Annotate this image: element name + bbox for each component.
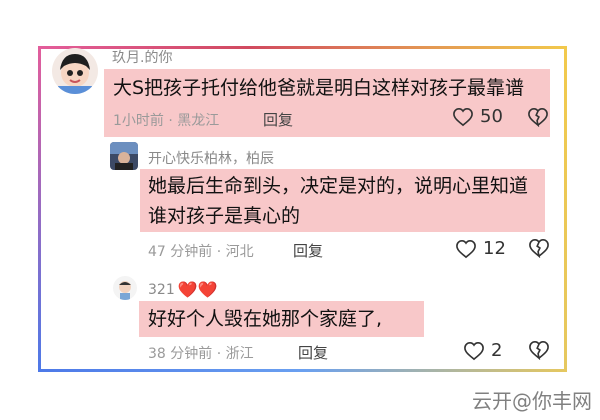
like-count: 50 — [480, 106, 503, 127]
broken-heart-icon — [528, 107, 548, 128]
avatar-photo-icon — [110, 142, 138, 170]
username-text: 321 — [148, 281, 175, 298]
frame-bottom — [38, 369, 567, 372]
like-button[interactable]: 12 — [455, 238, 506, 259]
avatar-comment-2[interactable] — [110, 142, 138, 170]
comment-meta: 38 分钟前 · 浙江 — [148, 346, 254, 362]
dislike-button[interactable] — [528, 340, 550, 364]
heart-icon — [456, 239, 476, 258]
reply-button[interactable]: 回复 — [298, 342, 328, 363]
watermark: 云开@你丰网 — [472, 389, 592, 413]
avatar-cartoon-icon — [113, 276, 137, 300]
frame-right — [564, 46, 567, 372]
comment-meta: 1小时前 · 黑龙江 — [113, 113, 220, 129]
username[interactable]: 玖月.的你 — [112, 47, 172, 67]
reply-button[interactable]: 回复 — [293, 240, 323, 261]
heart-icon — [453, 107, 473, 126]
dislike-button[interactable] — [528, 238, 550, 262]
username-emoji: ❤️❤️ — [177, 280, 218, 299]
reply-button[interactable]: 回复 — [263, 109, 293, 130]
frame-left — [38, 46, 41, 372]
like-count: 2 — [491, 340, 503, 361]
like-button[interactable]: 50 — [452, 106, 503, 127]
like-button[interactable]: 2 — [463, 340, 502, 361]
comment-text: 好好个人毁在她那个家庭了, — [148, 308, 383, 330]
avatar-illustration-icon — [52, 48, 98, 94]
username[interactable]: 321 ❤️❤️ — [148, 280, 218, 299]
dislike-button[interactable] — [527, 107, 549, 131]
avatar-comment-3[interactable] — [113, 276, 137, 300]
avatar-comment-1[interactable] — [52, 48, 98, 94]
heart-icon — [464, 341, 484, 360]
comment-text: 大S把孩子托付给他爸就是明白这样对孩子最靠谱 — [113, 77, 525, 99]
comment-text-line-2: 谁对孩子是真心的 — [148, 205, 301, 227]
broken-heart-icon — [529, 238, 549, 259]
comment-meta: 47 分钟前 · 河北 — [148, 244, 254, 260]
comment-text-line-1: 她最后生命到头，决定是对的，说明心里知道 — [148, 175, 529, 197]
like-count: 12 — [483, 238, 506, 259]
broken-heart-icon — [529, 340, 549, 361]
username[interactable]: 开心快乐柏林，柏辰 — [148, 148, 274, 168]
